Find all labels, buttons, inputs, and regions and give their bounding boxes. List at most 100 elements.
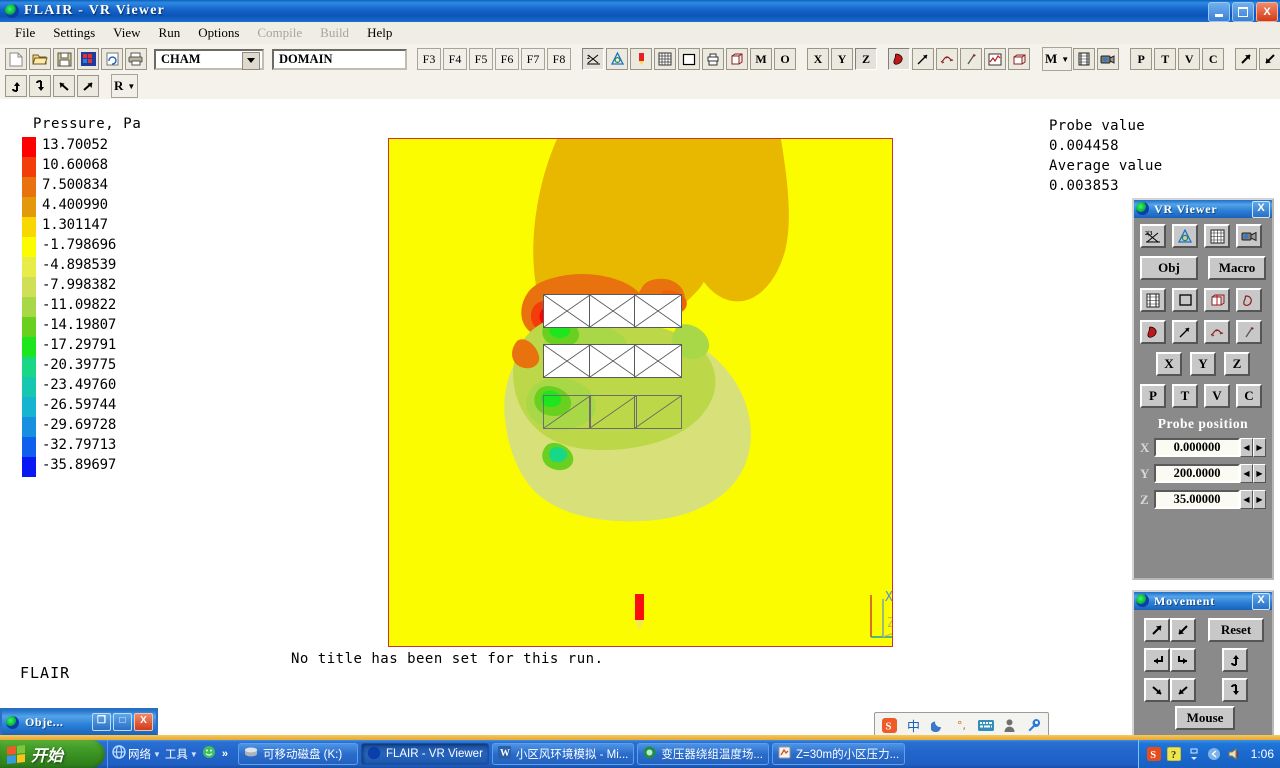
start-button[interactable]: 开始: [0, 740, 105, 768]
sogou-s-icon[interactable]: S: [881, 717, 898, 734]
probe-y-input[interactable]: 200.0000: [1154, 464, 1240, 483]
moon-icon[interactable]: [929, 717, 946, 734]
settings-axes-icon[interactable]: 2|3: [1140, 224, 1166, 248]
letter-o-button[interactable]: O: [774, 48, 796, 70]
var-t-button[interactable]: T: [1154, 48, 1176, 70]
close-button[interactable]: X: [1256, 2, 1278, 22]
caret-left-icon[interactable]: ◀: [1240, 438, 1253, 457]
vector-arrow-icon[interactable]: [912, 48, 934, 70]
caret-right-icon[interactable]: ▶: [1253, 438, 1266, 457]
contour-fill-icon[interactable]: [1172, 224, 1198, 248]
menu-options[interactable]: Options: [189, 24, 248, 42]
outline-box-icon[interactable]: [678, 48, 700, 70]
probe-marker-icon[interactable]: [631, 594, 647, 632]
grid-toggle-icon[interactable]: 2: [582, 48, 604, 70]
rotate-down-icon[interactable]: [29, 75, 51, 97]
axis-z-button[interactable]: Z: [855, 48, 877, 70]
vr-var-v-button[interactable]: V: [1204, 384, 1230, 408]
arrow-right-turn-icon[interactable]: [1170, 648, 1196, 672]
volume-icon[interactable]: [1227, 747, 1242, 762]
domain-field[interactable]: DOMAIN: [272, 49, 407, 70]
macro-button[interactable]: Macro: [1208, 256, 1266, 280]
taskbar-item-z30m-pressure[interactable]: Z=30m的小区压力...: [772, 743, 905, 765]
zoom-in-arrow-icon[interactable]: [1235, 48, 1257, 70]
menu-help[interactable]: Help: [358, 24, 401, 42]
var-p-button[interactable]: P: [1130, 48, 1152, 70]
film-strip-icon[interactable]: [1073, 48, 1095, 70]
chevron-down-icon[interactable]: ▼: [127, 82, 135, 91]
outline-box-icon[interactable]: [1172, 288, 1198, 312]
vr-var-p-button[interactable]: P: [1140, 384, 1166, 408]
graph-plot-icon[interactable]: [984, 48, 1006, 70]
axis-y-button[interactable]: Y: [831, 48, 853, 70]
contour-plot-canvas[interactable]: X Z: [388, 138, 893, 647]
obstacle-block[interactable]: [543, 294, 591, 328]
caret-left-icon[interactable]: ◀: [1240, 464, 1253, 483]
contour-shape-icon[interactable]: [1140, 320, 1166, 344]
print-icon[interactable]: [125, 48, 147, 70]
arrow-down-left-diag-icon[interactable]: [1144, 678, 1170, 702]
obstacle-block[interactable]: [634, 344, 682, 378]
quicklaunch-msn[interactable]: [202, 745, 216, 764]
movement-panel-titlebar[interactable]: Movement X: [1134, 592, 1272, 610]
obstacle-block[interactable]: [543, 344, 591, 378]
caret-right-icon[interactable]: ▶: [1253, 464, 1266, 483]
refresh-page-icon[interactable]: [101, 48, 123, 70]
wrench-icon[interactable]: [1025, 717, 1042, 734]
chevron-down-icon[interactable]: ▼: [190, 750, 198, 759]
save-disk-icon[interactable]: [53, 48, 75, 70]
streamline-icon[interactable]: [936, 48, 958, 70]
probe-marker-icon[interactable]: [630, 48, 652, 70]
keyboard-icon[interactable]: [977, 717, 994, 734]
object-window-titlebar[interactable]: Obje... ❐ □ X: [0, 708, 158, 735]
vr-var-t-button[interactable]: T: [1172, 384, 1198, 408]
menu-view[interactable]: View: [104, 24, 149, 42]
taskbar-item-removable-disk[interactable]: 可移动磁盘 (K:): [238, 743, 358, 765]
shield-icon[interactable]: [1207, 747, 1222, 762]
fkey-f6-button[interactable]: F6: [495, 48, 519, 70]
fkey-f5-button[interactable]: F5: [469, 48, 493, 70]
vector-arrow-icon[interactable]: [1172, 320, 1198, 344]
arrow-down-right-diag-icon[interactable]: [1170, 678, 1196, 702]
rotate-cw-icon[interactable]: [77, 75, 99, 97]
solid-object-icon[interactable]: [1236, 288, 1262, 312]
contour-icon[interactable]: [606, 48, 628, 70]
caret-left-icon[interactable]: ◀: [1240, 490, 1253, 509]
isosurface-icon[interactable]: [960, 48, 982, 70]
menu-file[interactable]: File: [6, 24, 44, 42]
open-folder-icon[interactable]: [29, 48, 51, 70]
vr-panel-titlebar[interactable]: VR Viewer X: [1134, 200, 1272, 218]
mouse-button[interactable]: Mouse: [1175, 706, 1235, 730]
reset-button[interactable]: Reset: [1208, 618, 1264, 642]
mode-select[interactable]: M ▼: [1042, 47, 1072, 71]
object-close-button[interactable]: X: [134, 713, 153, 731]
particle-track-icon[interactable]: [1236, 320, 1262, 344]
obstacle-block[interactable]: [589, 294, 637, 328]
menu-settings[interactable]: Settings: [44, 24, 104, 42]
probe-z-input[interactable]: 35.00000: [1154, 490, 1240, 509]
arrow-down-left-icon[interactable]: [1170, 618, 1196, 642]
fkey-f4-button[interactable]: F4: [443, 48, 467, 70]
grid-mesh-icon[interactable]: [1204, 224, 1230, 248]
vr-axis-z-button[interactable]: Z: [1224, 352, 1250, 376]
streamline-icon[interactable]: [1204, 320, 1230, 344]
box-3d-icon[interactable]: [1008, 48, 1030, 70]
chevron-down-icon[interactable]: ▼: [1061, 55, 1069, 64]
obstacle-block[interactable]: [589, 395, 637, 429]
quicklaunch-network[interactable]: 网络 ▼: [112, 745, 161, 764]
fkey-f7-button[interactable]: F7: [521, 48, 545, 70]
rotate-ccw-icon[interactable]: [53, 75, 75, 97]
object-restore-button[interactable]: ❐: [92, 713, 111, 731]
chevron-down-icon[interactable]: ▼: [153, 750, 161, 759]
taskbar-item-flair-vr-viewer[interactable]: FLAIR - VR Viewer: [361, 743, 489, 765]
obstacle-block[interactable]: [543, 395, 591, 429]
var-c-button[interactable]: C: [1202, 48, 1224, 70]
user-icon[interactable]: [1001, 717, 1018, 734]
zoom-out-arrow-icon[interactable]: [1259, 48, 1280, 70]
chevron-down-icon[interactable]: [242, 52, 260, 70]
expand-icon[interactable]: [1187, 747, 1202, 762]
degree-icon[interactable]: °,: [953, 717, 970, 734]
vr-panel-close-button[interactable]: X: [1252, 201, 1270, 218]
film-strip-icon[interactable]: [1140, 288, 1166, 312]
contour-fill-icon[interactable]: [888, 48, 910, 70]
